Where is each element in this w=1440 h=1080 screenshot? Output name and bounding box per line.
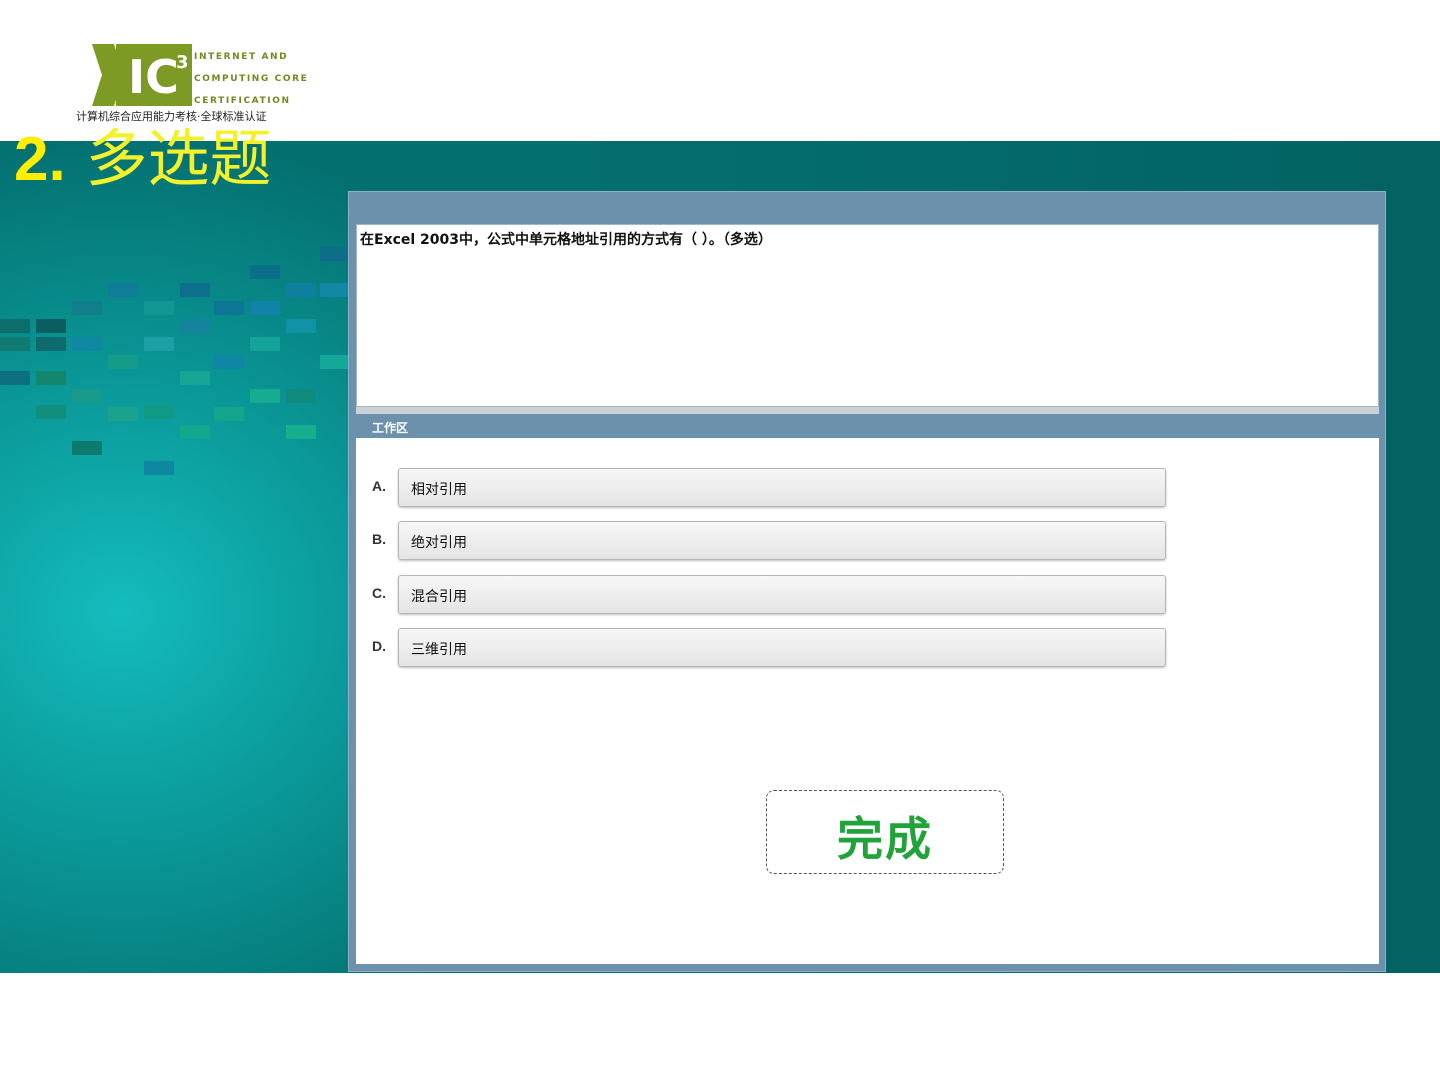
svg-text:IC: IC [128,50,179,104]
decorative-mosaic [0,241,350,481]
workspace-header: 工作区 [356,414,1379,438]
logo-words: INTERNET AND COMPUTING CORE CERTIFICATIO… [194,46,308,112]
slide-title-number: 2. [14,125,66,194]
option-a-button[interactable]: 相对引用 [398,468,1166,507]
question-text: 在Excel 2003中，公式中单元格地址引用的方式有（ ）。（多选） [360,232,772,248]
option-c: C. 混合引用 [356,575,1176,615]
logo-line-1: INTERNET AND [194,52,289,62]
option-d-button[interactable]: 三维引用 [398,628,1166,667]
option-a: A. 相对引用 [356,468,1176,508]
ic3-logo-mark: IC 3 [92,44,192,106]
option-b: B. 绝对引用 [356,521,1176,561]
workspace-panel: A. 相对引用 B. 绝对引用 C. 混合引用 D. 三维引用 完成 [356,438,1379,964]
ic3-logo: IC 3 INTERNET AND COMPUTING CORE CERTIFI… [76,42,316,126]
option-a-label: 相对引用 [411,482,467,498]
question-panel-scrollbar[interactable] [356,406,1379,414]
exam-window: 在Excel 2003中，公式中单元格地址引用的方式有（ ）。（多选） 工作区 … [348,191,1386,972]
logo-line-2: COMPUTING CORE [194,74,309,84]
option-b-label: 绝对引用 [411,535,467,551]
slide-title-text: 多选题 [85,122,272,195]
option-d: D. 三维引用 [356,628,1176,668]
workspace-label: 工作区 [372,421,409,435]
option-c-button[interactable]: 混合引用 [398,575,1166,614]
option-b-letter: B. [372,531,386,547]
option-a-letter: A. [372,478,386,494]
option-c-letter: C. [372,585,386,601]
option-b-button[interactable]: 绝对引用 [398,521,1166,560]
option-c-label: 混合引用 [411,589,467,605]
done-button[interactable]: 完成 [766,790,1004,874]
question-panel: 在Excel 2003中，公式中单元格地址引用的方式有（ ）。（多选） [356,224,1379,408]
done-button-label: 完成 [837,812,933,866]
slide-title: 2. 多选题 [14,120,274,199]
svg-text:3: 3 [176,52,189,73]
option-d-letter: D. [372,638,386,654]
option-d-label: 三维引用 [411,642,467,658]
